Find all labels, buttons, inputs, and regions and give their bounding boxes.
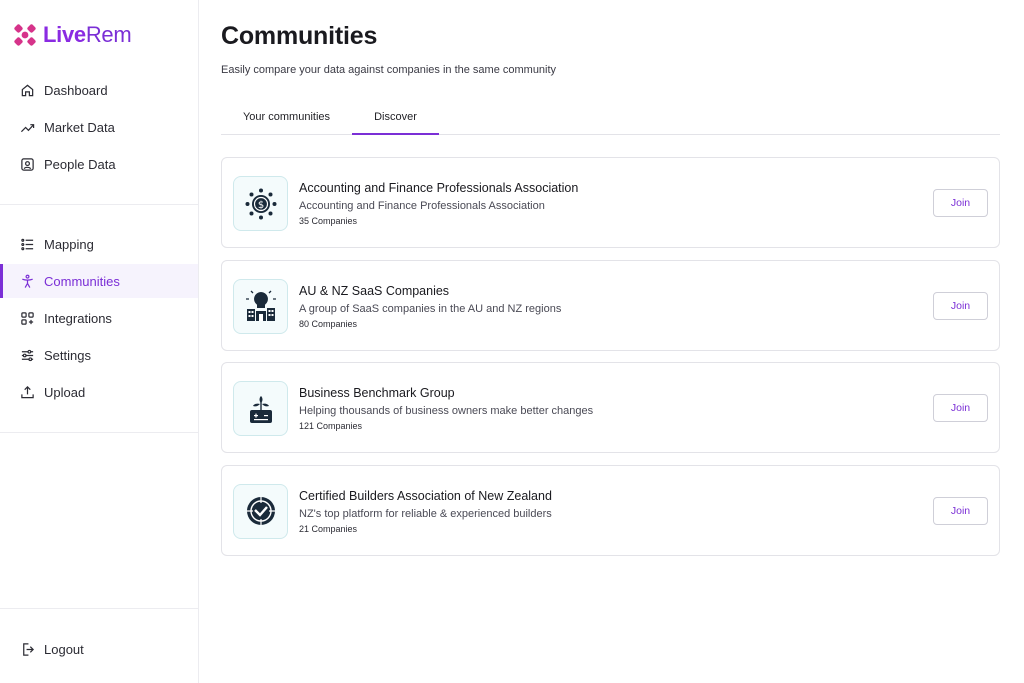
- nav-item-people-data[interactable]: People Data: [0, 147, 198, 181]
- nav-label: Settings: [44, 347, 91, 363]
- nav-label: Dashboard: [44, 82, 108, 98]
- chart-line-icon: [20, 120, 35, 135]
- page-subtitle: Easily compare your data against compani…: [221, 64, 557, 76]
- logout-icon: [20, 642, 35, 657]
- brand-logo[interactable]: LiveRem: [12, 21, 132, 49]
- community-logo: $: [233, 176, 288, 231]
- nav-item-integrations[interactable]: Integrations: [0, 301, 198, 335]
- nav-label: Logout: [44, 641, 84, 657]
- tab-discover[interactable]: Discover: [352, 100, 439, 135]
- tab-your-communities[interactable]: Your communities: [221, 100, 352, 134]
- home-icon: [20, 83, 35, 98]
- community-logo: [233, 381, 288, 436]
- nav-item-mapping[interactable]: Mapping: [0, 227, 198, 261]
- join-button[interactable]: Join: [933, 394, 988, 422]
- logout-button[interactable]: Logout: [0, 632, 198, 666]
- community-logo: [233, 483, 288, 539]
- join-button[interactable]: Join: [933, 496, 988, 525]
- tab-bar: Your communities Discover: [221, 100, 1000, 135]
- community-description: NZ's top platform for reliable & experie…: [299, 507, 552, 520]
- nav-label: Upload: [44, 384, 86, 400]
- sidebar: LiveRem Dashboard Market Data People Dat…: [0, 0, 199, 683]
- community-name: AU & NZ SaaS Companies: [299, 283, 450, 298]
- community-count: 80 Companies: [299, 318, 358, 329]
- join-button[interactable]: Join: [933, 189, 988, 217]
- nav-item-dashboard[interactable]: Dashboard: [0, 73, 198, 107]
- plant-calculator-icon: [249, 395, 272, 423]
- community-card: AU & NZ SaaS Companies A group of SaaS c…: [221, 259, 1000, 351]
- sidebar-divider: [0, 608, 198, 609]
- main-content: Communities Easily compare your data aga…: [199, 0, 1024, 683]
- community-card: Certified Builders Association of New Ze…: [221, 464, 1000, 556]
- nav-label: Integrations: [44, 310, 112, 326]
- community-name: Business Benchmark Group: [299, 386, 455, 400]
- badge-check-icon: [246, 497, 275, 525]
- nav-label: Communities: [44, 273, 120, 289]
- community-name: Certified Builders Association of New Ze…: [299, 488, 552, 503]
- community-description: Accounting and Finance Professionals Ass…: [299, 200, 545, 212]
- upload-icon: [20, 385, 35, 400]
- community-name: Accounting and Finance Professionals Ass…: [299, 181, 579, 195]
- community-count: 21 Companies: [299, 523, 358, 534]
- primary-nav: Dashboard Market Data People Data: [0, 73, 198, 184]
- liverem-logo-icon: [14, 24, 36, 46]
- sidebar-divider: [0, 432, 198, 433]
- brand-name: LiveRem: [43, 22, 132, 47]
- nav-label: Market Data: [44, 119, 115, 135]
- community-logo: [233, 278, 288, 334]
- finance-gear-icon: $: [245, 188, 276, 219]
- nav-item-market-data[interactable]: Market Data: [0, 110, 198, 144]
- lightbulb-city-icon: [245, 290, 276, 321]
- community-count: 121 Companies: [299, 421, 363, 431]
- join-button[interactable]: Join: [933, 291, 988, 320]
- community-count: 35 Companies: [299, 216, 358, 226]
- nav-item-settings[interactable]: Settings: [0, 338, 198, 372]
- list-icon: [20, 237, 35, 252]
- logout-section: Logout: [0, 632, 198, 669]
- nav-item-communities[interactable]: Communities: [0, 264, 198, 298]
- nav-item-upload[interactable]: Upload: [0, 375, 198, 409]
- grid-plus-icon: [20, 311, 35, 326]
- community-card: $ Accounting and Finance Professionals A…: [221, 157, 1000, 248]
- community-list: $ Accounting and Finance Professionals A…: [221, 157, 1000, 567]
- community-description: Helping thousands of business owners mak…: [299, 405, 594, 417]
- community-description: A group of SaaS companies in the AU and …: [299, 302, 562, 315]
- nav-label: People Data: [44, 156, 116, 172]
- sliders-icon: [20, 348, 35, 363]
- sidebar-divider: [0, 204, 198, 205]
- person-icon: [20, 274, 35, 289]
- community-card: Business Benchmark Group Helping thousan…: [221, 362, 1000, 453]
- secondary-nav: Mapping Communities Integrations Setting…: [0, 227, 198, 412]
- id-badge-icon: [20, 157, 35, 172]
- nav-label: Mapping: [44, 236, 94, 252]
- page-title: Communities: [221, 22, 378, 50]
- svg-text:$: $: [257, 200, 263, 211]
